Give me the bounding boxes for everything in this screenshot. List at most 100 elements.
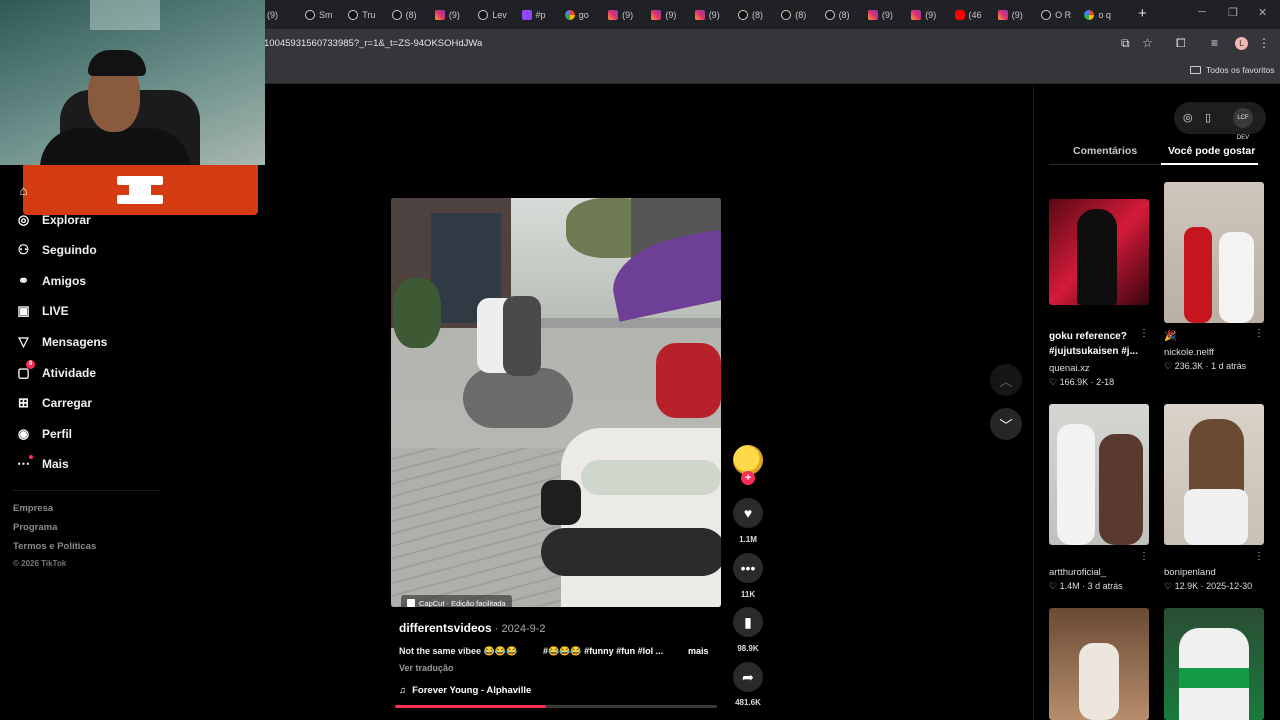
browser-tab[interactable]: (9) — [651, 5, 691, 25]
user-avatar[interactable]: LCF DEV — [1233, 108, 1253, 141]
comment-button[interactable]: ••• — [733, 553, 763, 583]
suggested-video-author[interactable]: nickole.nelff — [1164, 347, 1214, 358]
active-tab-indicator — [1161, 163, 1258, 165]
phone-icon[interactable]: ▯ — [1205, 111, 1211, 124]
browser-menu-icon[interactable]: ⋮ — [1258, 36, 1270, 50]
browser-tab[interactable]: (46 — [954, 5, 995, 25]
browser-tab[interactable]: (9) — [911, 5, 951, 25]
sidebar-item-label: LIVE — [42, 304, 69, 319]
footer-link[interactable]: Empresa — [13, 503, 53, 514]
new-tab-button[interactable]: + — [1138, 5, 1147, 22]
browser-tab[interactable]: Lev — [478, 5, 518, 25]
tiktok-icon — [738, 10, 748, 20]
sidebar-item-explorar[interactable]: ◎ Explorar — [16, 212, 91, 227]
tab-you-may-like[interactable]: Você pode gostar — [1168, 145, 1255, 157]
suggested-video-thumbnail[interactable] — [1049, 199, 1149, 305]
tiktok-icon — [348, 10, 359, 20]
browser-tab[interactable]: (8) — [391, 5, 432, 25]
caption-more-link[interactable]: mais — [688, 646, 709, 656]
sidebar-item-carregar[interactable]: ⊞ Carregar — [16, 395, 92, 411]
browser-tab-label: Sm — [319, 10, 333, 20]
instagram-icon — [651, 10, 662, 20]
suggested-video-thumbnail[interactable] — [1049, 404, 1149, 545]
capcut-tag[interactable]: CapCut · Edição facilitada — [401, 595, 512, 607]
instagram-icon — [694, 10, 705, 20]
suggested-video-thumbnail[interactable] — [1164, 608, 1264, 720]
more-options-icon[interactable]: ⋮ — [1254, 328, 1264, 339]
sidebar-item-seguindo[interactable]: ⚇ Seguindo — [16, 242, 97, 258]
suggested-video-title[interactable]: goku reference? #jujutsukaisen #j... — [1049, 329, 1149, 359]
suggested-video-thumbnail[interactable] — [1164, 182, 1264, 323]
overlay-logo-icon — [117, 176, 163, 204]
browser-tab-label: Tru — [362, 10, 376, 20]
sidebar-item-mensagens[interactable]: ▽ Mensagens — [16, 334, 108, 349]
browser-tab[interactable]: (8) — [824, 5, 865, 25]
sidebar-item-atividade[interactable]: ▢ 8 Atividade — [16, 360, 96, 380]
share-button[interactable]: ➦ — [733, 662, 763, 692]
browser-tab[interactable]: (9) — [867, 5, 908, 25]
creator-name[interactable]: differentsvideos — [399, 621, 492, 635]
suggested-video-author[interactable]: artthuroficial_ — [1049, 567, 1106, 578]
sidebar-item-mais[interactable]: ⋯ Mais — [16, 454, 69, 472]
post-date: 3 d atrás — [1087, 581, 1123, 591]
see-translation-link[interactable]: Ver tradução — [399, 663, 454, 673]
sidebar-item-amigos[interactable]: ⚭ Amigos — [16, 273, 86, 288]
extensions-icon[interactable]: ⧠ — [1176, 36, 1186, 51]
browser-tab[interactable]: (9) — [608, 5, 648, 25]
sidebar-item-label: Mensagens — [42, 334, 108, 349]
browser-tab[interactable]: go — [564, 5, 605, 25]
browser-tab[interactable]: Sm — [305, 5, 345, 25]
browser-tab[interactable]: (8) — [781, 5, 821, 25]
footer-link[interactable]: Programa — [13, 522, 57, 533]
next-video-button[interactable]: ﹀ — [990, 408, 1022, 440]
more-options-icon[interactable]: ⋮ — [1254, 551, 1264, 562]
home-icon: ⌂ — [19, 183, 28, 198]
suggested-video-author[interactable]: bonipenland — [1164, 567, 1216, 578]
minimize-icon[interactable]: ─ — [1198, 6, 1206, 18]
sidebar-item-live[interactable]: ▣ LIVE — [16, 303, 69, 319]
browser-tab[interactable]: o q — [1084, 5, 1124, 25]
browser-tab[interactable]: (9) — [694, 5, 735, 25]
suggested-video-thumbnail[interactable] — [1049, 608, 1149, 720]
follow-button[interactable]: + — [741, 471, 755, 485]
youtube-icon — [954, 10, 965, 20]
sidebar-item-home[interactable]: ⌂ — [16, 183, 31, 198]
more-options-icon[interactable]: ⋮ — [1139, 328, 1149, 339]
suggested-video-title[interactable]: 🎉 — [1164, 329, 1264, 344]
suggested-video-thumbnail[interactable] — [1164, 404, 1264, 545]
like-button[interactable]: ♥ — [733, 498, 763, 528]
browser-profile-avatar[interactable]: L — [1235, 37, 1248, 50]
bookmark-star-icon[interactable]: ☆ — [1142, 36, 1153, 50]
all-bookmarks-folder[interactable]: Todos os favoritos — [1190, 65, 1275, 75]
browser-tab[interactable]: O R — [1041, 5, 1081, 25]
close-icon[interactable]: ✕ — [1258, 6, 1267, 19]
like-count: 1.4M — [1059, 581, 1080, 591]
browser-tab-label: Lev — [492, 10, 507, 20]
video-player[interactable]: CapCut · Edição facilitada — [391, 198, 721, 607]
url-text[interactable]: 10045931560733985?_r=1&_t=ZS-94OKSOHdJWa — [264, 38, 482, 49]
footer-link[interactable]: Termos e Políticas — [13, 541, 96, 552]
browser-tab[interactable]: (9) — [434, 5, 475, 25]
compass-icon[interactable]: ◎ — [1183, 111, 1193, 124]
twitch-icon — [521, 10, 532, 20]
maximize-icon[interactable]: ❐ — [1228, 6, 1238, 19]
media-controls-icon[interactable]: ≡ — [1211, 36, 1218, 50]
video-progress-bar[interactable] — [395, 705, 717, 708]
upload-icon: ⊞ — [18, 395, 29, 411]
save-button[interactable]: ▮ — [733, 607, 763, 637]
browser-tab[interactable]: (8) — [738, 5, 778, 25]
install-app-icon[interactable]: ⧉ — [1121, 36, 1130, 51]
sidebar-item-perfil[interactable]: ◉ Perfil — [16, 426, 72, 441]
suggested-video-author[interactable]: quenai.xz — [1049, 363, 1090, 374]
music-link[interactable]: ♫ Forever Young - Alphaville — [399, 685, 531, 696]
heart-icon: ♥ — [743, 505, 753, 521]
previous-video-button[interactable]: ︿ — [990, 364, 1022, 396]
save-count: 98.9K — [737, 644, 759, 653]
more-options-icon[interactable]: ⋮ — [1139, 551, 1149, 562]
video-hashtags[interactable]: #😂😂😂 #funny #fun #lol ... — [543, 646, 663, 657]
browser-tab[interactable]: (9) — [997, 5, 1038, 25]
browser-tab[interactable]: #p — [521, 5, 562, 25]
browser-tab[interactable]: Tru — [348, 5, 388, 25]
browser-tab[interactable]: (9) — [267, 5, 307, 25]
tab-comments[interactable]: Comentários — [1073, 145, 1137, 157]
